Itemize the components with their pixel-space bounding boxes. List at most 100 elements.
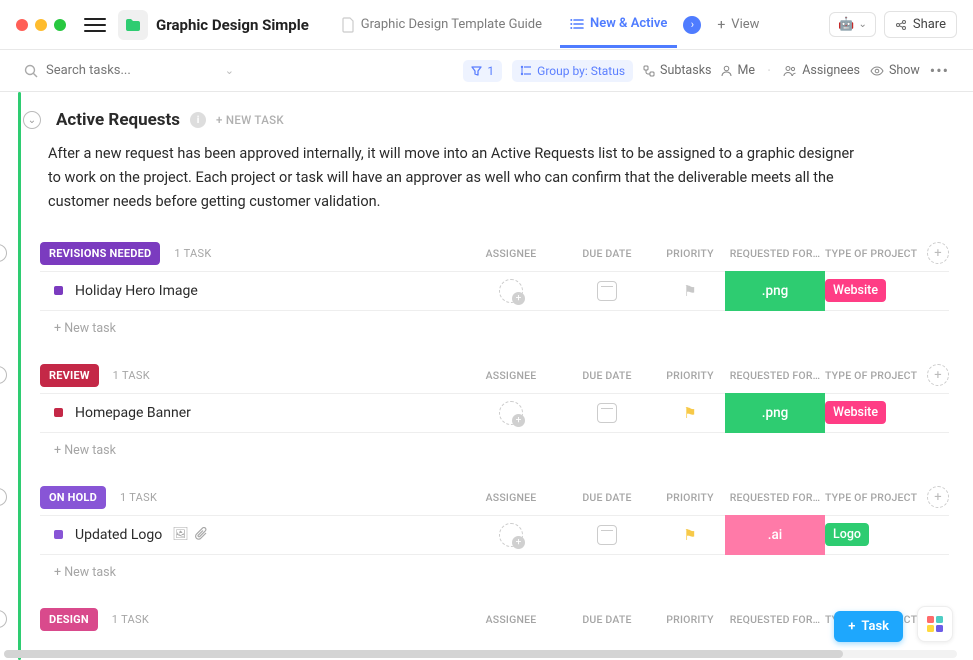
column-header-priority[interactable]: PRIORITY <box>655 491 725 504</box>
add-assignee-icon[interactable] <box>499 279 523 303</box>
due-date-cell[interactable] <box>559 525 655 545</box>
apps-icon <box>927 616 943 632</box>
ai-button[interactable]: 🤖 ⌄ <box>829 12 876 37</box>
view-label: View <box>731 17 759 32</box>
task-row[interactable]: Updated Logo 🖼 ⚑ .ai Logo <box>40 515 949 555</box>
column-header-format[interactable]: REQUESTED FOR… <box>725 247 825 260</box>
new-task-button[interactable]: + New task <box>40 555 949 584</box>
due-date-cell[interactable] <box>559 403 655 423</box>
task-row[interactable]: Homepage Banner ⚑ .png Website <box>40 393 949 433</box>
assignee-cell[interactable] <box>463 401 559 425</box>
tab-label: Graphic Design Template Guide <box>361 17 542 32</box>
collapse-icon[interactable]: ⌄ <box>0 610 7 628</box>
show-button[interactable]: Show <box>870 63 920 78</box>
collapse-icon[interactable]: ⌄ <box>0 244 7 262</box>
eye-icon <box>870 66 884 76</box>
close-window-icon[interactable] <box>16 19 28 31</box>
search-icon <box>24 64 38 78</box>
assignees-button[interactable]: Assignees <box>783 63 860 78</box>
column-header-priority[interactable]: PRIORITY <box>655 247 725 260</box>
me-button[interactable]: Me <box>721 63 755 78</box>
plus-icon: + <box>717 17 725 33</box>
tab-new-active[interactable]: New & Active <box>560 2 677 48</box>
column-header-format[interactable]: REQUESTED FOR… <box>725 369 825 382</box>
task-row[interactable]: Holiday Hero Image ⚑ .png Website <box>40 271 949 311</box>
subtasks-label: Subtasks <box>660 63 711 78</box>
format-cell[interactable]: .png <box>725 271 825 311</box>
format-cell[interactable]: .ai <box>725 515 825 555</box>
add-view-button[interactable]: + View <box>717 17 759 33</box>
status-badge[interactable]: REVISIONS NEEDED <box>40 242 160 265</box>
type-cell[interactable]: Logo <box>825 523 921 546</box>
filter-count: 1 <box>487 64 494 78</box>
task-name[interactable]: Updated Logo <box>75 527 162 543</box>
window-controls <box>16 19 66 31</box>
column-header-due-date[interactable]: DUE DATE <box>559 613 655 626</box>
assignee-cell[interactable] <box>463 523 559 547</box>
maximize-window-icon[interactable] <box>54 19 66 31</box>
add-column-button[interactable]: + <box>927 242 949 264</box>
new-task-button[interactable]: + New task <box>40 433 949 462</box>
more-icon[interactable]: ••• <box>930 61 949 80</box>
status-square-icon <box>54 530 63 539</box>
column-header-assignee[interactable]: ASSIGNEE <box>463 369 559 382</box>
column-header-type[interactable]: TYPE OF PROJECT <box>825 369 921 382</box>
group-by-button[interactable]: Group by: Status <box>512 60 633 82</box>
task-name[interactable]: Homepage Banner <box>75 405 191 421</box>
status-badge[interactable]: ON HOLD <box>40 486 106 509</box>
workspace-title[interactable]: Graphic Design Simple <box>156 16 309 34</box>
new-task-button[interactable]: + NEW TASK <box>216 113 284 127</box>
column-header-format[interactable]: REQUESTED FOR… <box>725 613 825 626</box>
priority-cell[interactable]: ⚑ <box>655 526 725 544</box>
add-column-button[interactable]: + <box>927 486 949 508</box>
search-input[interactable] <box>46 63 217 78</box>
new-task-button[interactable]: + New task <box>40 311 949 340</box>
type-cell[interactable]: Website <box>825 279 921 302</box>
column-header-due-date[interactable]: DUE DATE <box>559 491 655 504</box>
type-cell[interactable]: Website <box>825 401 921 424</box>
priority-cell[interactable]: ⚑ <box>655 282 725 300</box>
subtasks-button[interactable]: Subtasks <box>643 63 711 78</box>
task-count: 1 TASK <box>113 369 150 382</box>
task-count: 1 TASK <box>174 247 211 260</box>
column-header-type[interactable]: TYPE OF PROJECT <box>825 491 921 504</box>
column-header-due-date[interactable]: DUE DATE <box>559 369 655 382</box>
section-title[interactable]: Active Requests <box>56 110 180 130</box>
status-badge[interactable]: REVIEW <box>40 364 99 387</box>
format-cell[interactable]: .png <box>725 393 825 433</box>
share-button[interactable]: Share <box>884 11 957 38</box>
due-date-cell[interactable] <box>559 281 655 301</box>
assignee-cell[interactable] <box>463 279 559 303</box>
accent-bar <box>18 92 21 660</box>
add-column-button[interactable]: + <box>927 364 949 386</box>
content-area: ⌄ Active Requests i + NEW TASK After a n… <box>0 92 973 660</box>
collapse-icon[interactable]: ⌄ <box>0 488 7 506</box>
filter-button[interactable]: 1 <box>463 60 502 82</box>
column-header-format[interactable]: REQUESTED FOR… <box>725 491 825 504</box>
add-assignee-icon[interactable] <box>499 401 523 425</box>
column-header-priority[interactable]: PRIORITY <box>655 613 725 626</box>
search-wrapper: ⌄ <box>24 63 234 78</box>
minimize-window-icon[interactable] <box>35 19 47 31</box>
column-header-type[interactable]: TYPE OF PROJECT <box>825 247 921 260</box>
status-badge[interactable]: DESIGN <box>40 608 98 631</box>
horizontal-scrollbar[interactable] <box>4 650 957 658</box>
folder-icon[interactable] <box>118 10 148 40</box>
new-task-fab[interactable]: + Task <box>834 611 903 642</box>
column-header-assignee[interactable]: ASSIGNEE <box>463 247 559 260</box>
column-header-assignee[interactable]: ASSIGNEE <box>463 491 559 504</box>
apps-fab[interactable] <box>917 606 953 642</box>
task-name[interactable]: Holiday Hero Image <box>75 283 198 299</box>
column-header-assignee[interactable]: ASSIGNEE <box>463 613 559 626</box>
info-icon[interactable]: i <box>190 112 206 128</box>
column-header-priority[interactable]: PRIORITY <box>655 369 725 382</box>
collapse-icon[interactable]: ⌄ <box>0 366 7 384</box>
collapse-icon[interactable]: ⌄ <box>23 111 41 129</box>
priority-cell[interactable]: ⚑ <box>655 404 725 422</box>
tab-template-guide[interactable]: Graphic Design Template Guide <box>331 17 552 33</box>
column-header-due-date[interactable]: DUE DATE <box>559 247 655 260</box>
add-assignee-icon[interactable] <box>499 523 523 547</box>
expand-tabs-icon[interactable]: › <box>683 16 701 34</box>
chevron-down-icon[interactable]: ⌄ <box>225 64 234 77</box>
menu-icon[interactable] <box>84 14 106 36</box>
